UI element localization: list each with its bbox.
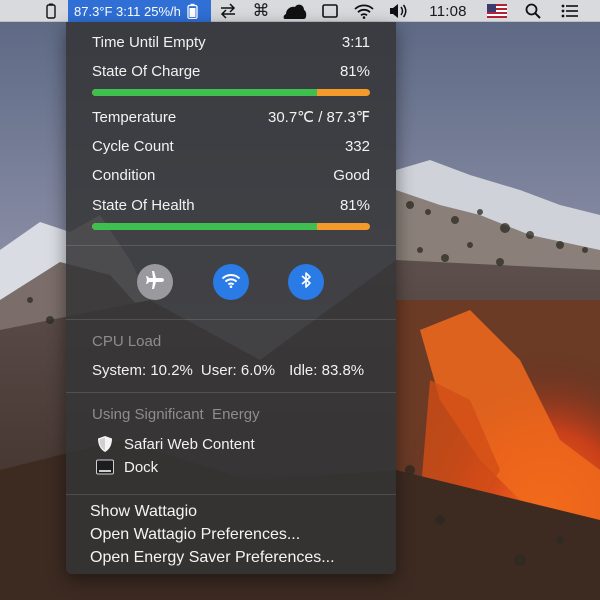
cycle-count-value: 332 [344, 137, 370, 155]
state-of-charge-row: State Of Charge 81% [92, 61, 370, 81]
time-until-empty-value: 3:11 [341, 33, 370, 51]
bluetooth-toggle[interactable] [288, 264, 324, 300]
state-of-health-bar [92, 223, 370, 230]
wattagio-status-text: 87.3°F 3:11 25%/h [74, 3, 181, 19]
time-until-empty-label: Time Until Empty [92, 33, 206, 51]
bluetooth-icon [300, 271, 312, 293]
time-until-empty-row: Time Until Empty 3:11 [92, 32, 370, 52]
safari-shield-icon [96, 435, 114, 453]
notification-center-icon[interactable] [556, 0, 584, 22]
separator [66, 319, 396, 320]
open-wattagio-preferences-menu-item[interactable]: Open Wattagio Preferences... [90, 526, 300, 544]
temperature-row: Temperature 30.7℃ / 87.3℉ [92, 107, 370, 127]
cpu-user-value: User: 6.0% [200, 362, 276, 379]
temperature-value: 30.7℃ / 87.3℉ [267, 109, 370, 126]
cpu-load-header: CPU Load [92, 333, 162, 350]
separator [66, 494, 396, 495]
condition-row: Condition Good [92, 165, 370, 185]
display-icon[interactable] [318, 0, 342, 22]
battery-icon [187, 3, 198, 19]
wifi-toggle-icon [221, 273, 241, 292]
state-of-health-bar-fill [92, 223, 318, 230]
condition-label: Condition [92, 166, 156, 184]
us-flag-icon[interactable] [484, 0, 510, 22]
state-of-charge-value: 81% [339, 62, 370, 80]
cpu-system-value: System: 10.2% [92, 362, 193, 379]
energy-app-item[interactable]: Safari Web Content [96, 435, 255, 453]
energy-app-name: Dock [124, 458, 159, 476]
separator [66, 245, 396, 246]
state-of-charge-bar [92, 89, 370, 96]
transfer-icon[interactable] [215, 0, 241, 22]
volume-icon[interactable] [384, 0, 412, 22]
significant-energy-header: Using Significant Energy [92, 406, 260, 423]
wifi-icon[interactable] [350, 0, 378, 22]
airplane-mode-toggle[interactable] [137, 264, 173, 300]
spotlight-search-icon[interactable] [520, 0, 546, 22]
open-energy-saver-preferences-menu-item[interactable]: Open Energy Saver Preferences... [90, 549, 335, 567]
energy-app-name: Safari Web Content [124, 435, 255, 453]
wattagio-menu-item[interactable]: 87.3°F 3:11 25%/h [68, 0, 211, 22]
show-wattagio-menu-item[interactable]: Show Wattagio [90, 503, 197, 521]
menu-bar: 87.3°F 3:11 25%/h ⌘ 11:08 [0, 0, 600, 22]
cycle-count-label: Cycle Count [92, 137, 174, 155]
energy-app-item[interactable]: Dock [96, 458, 158, 476]
wattagio-dropdown-menu: Time Until Empty 3:11 State Of Charge 81… [66, 22, 396, 574]
state-of-charge-label: State Of Charge [92, 62, 201, 80]
airplane-icon [145, 270, 165, 294]
state-of-health-label: State Of Health [92, 196, 195, 214]
state-of-health-row: State Of Health 81% [92, 195, 370, 215]
cycle-count-row: Cycle Count 332 [92, 136, 370, 156]
cloud-icon[interactable] [280, 0, 310, 22]
temperature-label: Temperature [92, 108, 177, 126]
cpu-idle-value: Idle: 83.8% [289, 362, 365, 379]
clock[interactable]: 11:08 [418, 0, 478, 22]
cpu-load-values: System: 10.2% User: 6.0% Idle: 83.8% [92, 362, 364, 379]
separator [66, 392, 396, 393]
wifi-toggle[interactable] [213, 264, 249, 300]
condition-value: Good [333, 166, 370, 184]
state-of-health-value: 81% [339, 196, 370, 214]
app-icon[interactable] [40, 0, 62, 22]
state-of-charge-bar-fill [92, 89, 318, 96]
dock-icon [96, 458, 114, 476]
command-icon[interactable]: ⌘ [248, 0, 274, 22]
